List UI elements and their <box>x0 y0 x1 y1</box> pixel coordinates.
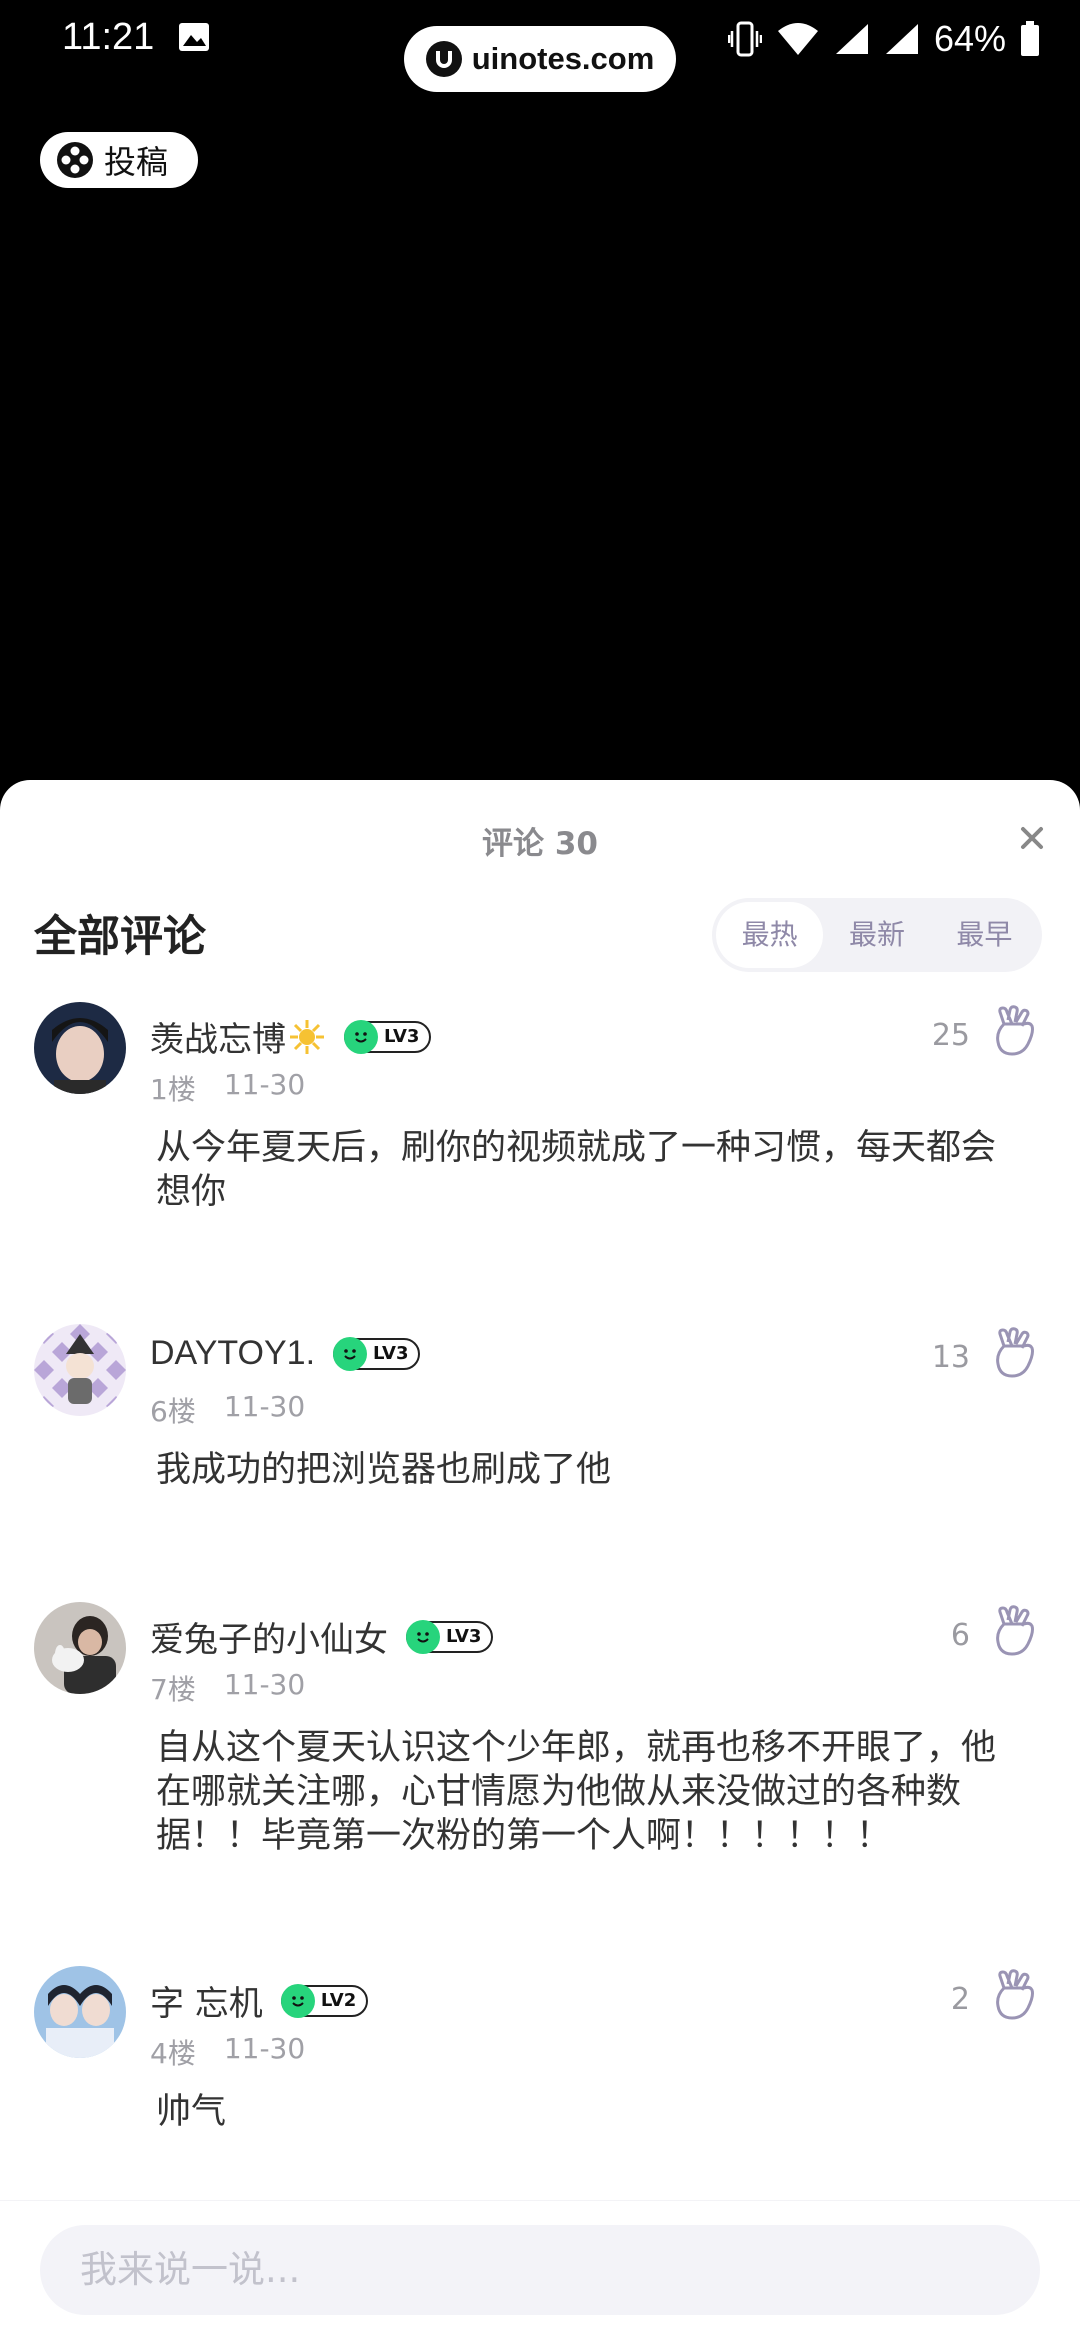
avatar[interactable] <box>34 1602 126 1694</box>
film-reel-icon <box>57 142 93 178</box>
comment-text: 帅气 <box>156 2092 227 2132</box>
close-icon[interactable] <box>1014 820 1050 856</box>
sort-tabs: 最热 最新 最早 <box>712 898 1042 972</box>
finger-heart-like-icon[interactable] <box>990 1326 1040 1380</box>
level-badge: LV2 <box>280 1983 369 2018</box>
username[interactable]: DAYTOY1. LV3 <box>150 1334 421 1373</box>
level-badge: LV3 <box>333 1336 421 1371</box>
comment-sheet: 评论 30 全部评论 最热 最新 最早 羡战忘博 LV3 1楼 11-30 25… <box>0 780 1080 2340</box>
submit-label: 投稿 <box>104 143 169 181</box>
level-badge: LV3 <box>406 1619 494 1654</box>
image-notification-icon <box>179 23 209 51</box>
smile-icon <box>344 1019 378 1054</box>
comment-input-bar: 我来说一说... <box>0 2200 1080 2341</box>
username[interactable]: 字 忘机 LV2 <box>150 1976 369 2025</box>
avatar[interactable] <box>34 1324 126 1416</box>
all-comments-title: 全部评论 <box>34 912 206 962</box>
comment-meta: 4楼 11-30 <box>150 2032 305 2072</box>
signal-icon <box>835 24 868 54</box>
like-count: 6 <box>950 1618 970 1653</box>
level-text: LV3 <box>384 1026 420 1047</box>
sun-emoji-icon <box>290 1019 324 1054</box>
like-count: 13 <box>931 1340 970 1375</box>
tab-hot[interactable]: 最热 <box>716 902 824 968</box>
floor-number: 1楼 <box>150 1073 196 1106</box>
comment-date: 11-30 <box>223 1390 306 1423</box>
status-icons: 64% <box>727 18 1040 60</box>
battery-icon <box>1021 21 1039 56</box>
comment-text: 自从这个夏天认识这个少年郎，就再也移不开眼了，他在哪就关注哪，心甘情愿为他做从来… <box>156 1728 997 1856</box>
username-text: 字 忘机 <box>150 1984 263 2024</box>
avatar[interactable] <box>34 1002 126 1094</box>
username-text: 爱兔子的小仙女 <box>150 1620 388 1660</box>
comment-date: 11-30 <box>223 1668 306 1701</box>
comment-text: 从今年夏天后，刷你的视频就成了一种习惯，每天都会想你 <box>156 1128 997 1212</box>
finger-heart-like-icon[interactable] <box>990 1604 1040 1658</box>
level-text: LV3 <box>446 1626 482 1647</box>
status-time: 11:21 <box>62 16 155 58</box>
submit-video-button[interactable]: 投稿 <box>40 132 198 188</box>
smile-icon <box>280 1983 315 2018</box>
floor-number: 6楼 <box>150 1395 196 1428</box>
finger-heart-like-icon[interactable] <box>990 1968 1040 2022</box>
level-badge: LV3 <box>344 1019 432 1054</box>
wifi-icon <box>777 23 818 55</box>
battery-percent: 64% <box>933 18 1006 59</box>
like-count: 25 <box>931 1018 970 1053</box>
username-text: 羡战忘博 <box>150 1020 286 1060</box>
username-text: DAYTOY1. <box>150 1334 316 1372</box>
finger-heart-like-icon[interactable] <box>990 1004 1040 1058</box>
like-count: 2 <box>950 1982 970 2017</box>
comment-date: 11-30 <box>223 2032 306 2065</box>
tab-newest[interactable]: 最新 <box>823 902 930 968</box>
level-text: LV2 <box>320 1990 357 2011</box>
avatar[interactable] <box>34 1966 126 2058</box>
username[interactable]: 羡战忘博 LV3 <box>150 1012 432 1061</box>
watermark-text: uinotes.com <box>471 41 655 76</box>
comment-meta: 1楼 11-30 <box>150 1068 305 1108</box>
comment-text: 我成功的把浏览器也刷成了他 <box>156 1450 612 1490</box>
comment-meta: 6楼 11-30 <box>150 1390 305 1430</box>
comment-input[interactable]: 我来说一说... <box>40 2225 1040 2315</box>
username[interactable]: 爱兔子的小仙女 LV3 <box>150 1612 494 1661</box>
vibrate-icon <box>727 21 762 57</box>
level-text: LV3 <box>373 1343 409 1364</box>
uinotes-logo-icon <box>425 41 462 77</box>
smile-icon <box>406 1619 440 1654</box>
signal-2-icon <box>885 24 918 54</box>
floor-number: 4楼 <box>150 2037 196 2070</box>
smile-icon <box>333 1336 368 1371</box>
comment-date: 11-30 <box>223 1068 306 1101</box>
tab-oldest[interactable]: 最早 <box>931 902 1038 968</box>
comment-meta: 7楼 11-30 <box>150 1668 305 1708</box>
sheet-title: 评论 30 <box>482 826 598 862</box>
floor-number: 7楼 <box>150 1673 196 1706</box>
watermark: uinotes.com <box>404 26 676 92</box>
status-bar: 11:21 uinotes.com 64% <box>0 0 1080 92</box>
